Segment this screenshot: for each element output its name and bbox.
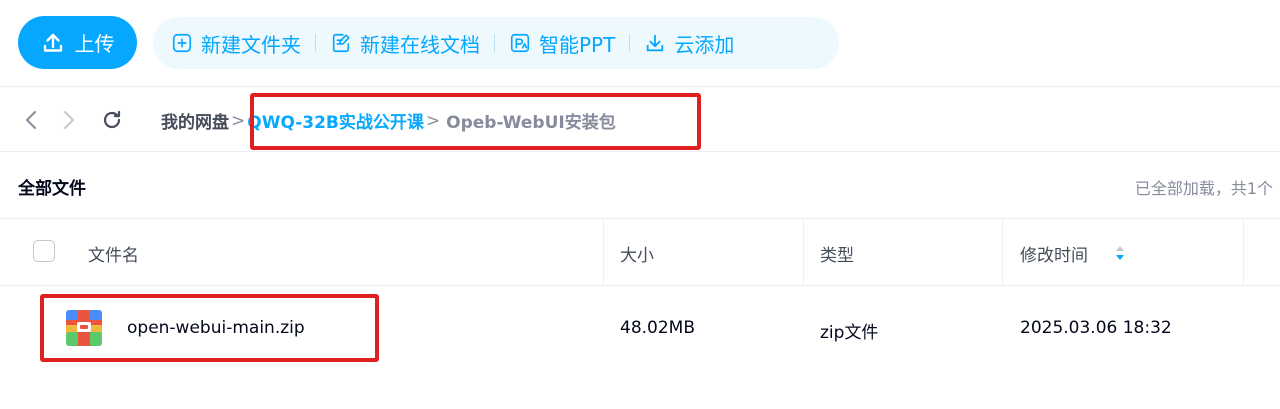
edit-document-icon — [332, 33, 350, 53]
breadcrumb-separator: > — [231, 110, 246, 131]
file-size: 48.02MB — [620, 318, 695, 338]
column-divider — [603, 219, 604, 285]
ppt-icon — [510, 33, 530, 53]
upload-icon — [43, 33, 62, 52]
new-online-doc-button[interactable]: 新建在线文档 — [330, 29, 480, 58]
divider — [0, 151, 1280, 152]
new-folder-label: 新建文件夹 — [201, 32, 301, 57]
column-header-type[interactable]: 类型 — [820, 241, 854, 266]
section-title: 全部文件 — [18, 179, 86, 199]
separator — [494, 34, 495, 52]
divider — [0, 86, 1280, 87]
select-all-checkbox[interactable] — [33, 240, 55, 262]
column-header-size[interactable]: 大小 — [620, 241, 654, 266]
upload-label: 上传 — [74, 32, 115, 56]
upload-button[interactable]: 上传 — [18, 16, 137, 69]
divider — [0, 285, 1280, 286]
new-online-doc-label: 新建在线文档 — [360, 32, 480, 57]
separator — [629, 34, 631, 52]
refresh-icon[interactable] — [100, 108, 124, 132]
column-divider — [1002, 219, 1003, 285]
column-divider — [803, 219, 804, 285]
back-arrow-icon[interactable] — [20, 108, 44, 132]
cloud-add-button[interactable]: 云添加 — [644, 29, 734, 58]
action-group: 新建文件夹 新建在线文档 智能PPT 云添加 — [153, 17, 839, 69]
divider — [0, 218, 1280, 219]
breadcrumb-root[interactable]: 我的网盘 — [161, 108, 229, 133]
file-type: zip文件 — [820, 323, 879, 343]
column-divider — [1243, 219, 1244, 285]
column-header-name[interactable]: 文件名 — [88, 241, 139, 266]
column-header-modified[interactable]: 修改时间 — [1020, 241, 1088, 266]
separator — [315, 34, 316, 52]
smart-ppt-button[interactable]: 智能PPT — [509, 29, 615, 58]
sort-icon[interactable] — [1114, 244, 1126, 262]
new-folder-icon — [172, 33, 192, 53]
file-modified-time: 2025.03.06 18:32 — [1020, 318, 1172, 338]
cloud-add-label: 云添加 — [674, 32, 735, 57]
highlight-box-file — [40, 294, 379, 362]
download-icon — [647, 34, 664, 52]
smart-ppt-label: 智能PPT — [539, 32, 616, 57]
forward-arrow-icon[interactable] — [56, 108, 80, 132]
new-folder-button[interactable]: 新建文件夹 — [171, 29, 301, 58]
load-status: 已全部加载，共1个 — [1134, 179, 1273, 198]
highlight-box-breadcrumb — [250, 93, 701, 150]
